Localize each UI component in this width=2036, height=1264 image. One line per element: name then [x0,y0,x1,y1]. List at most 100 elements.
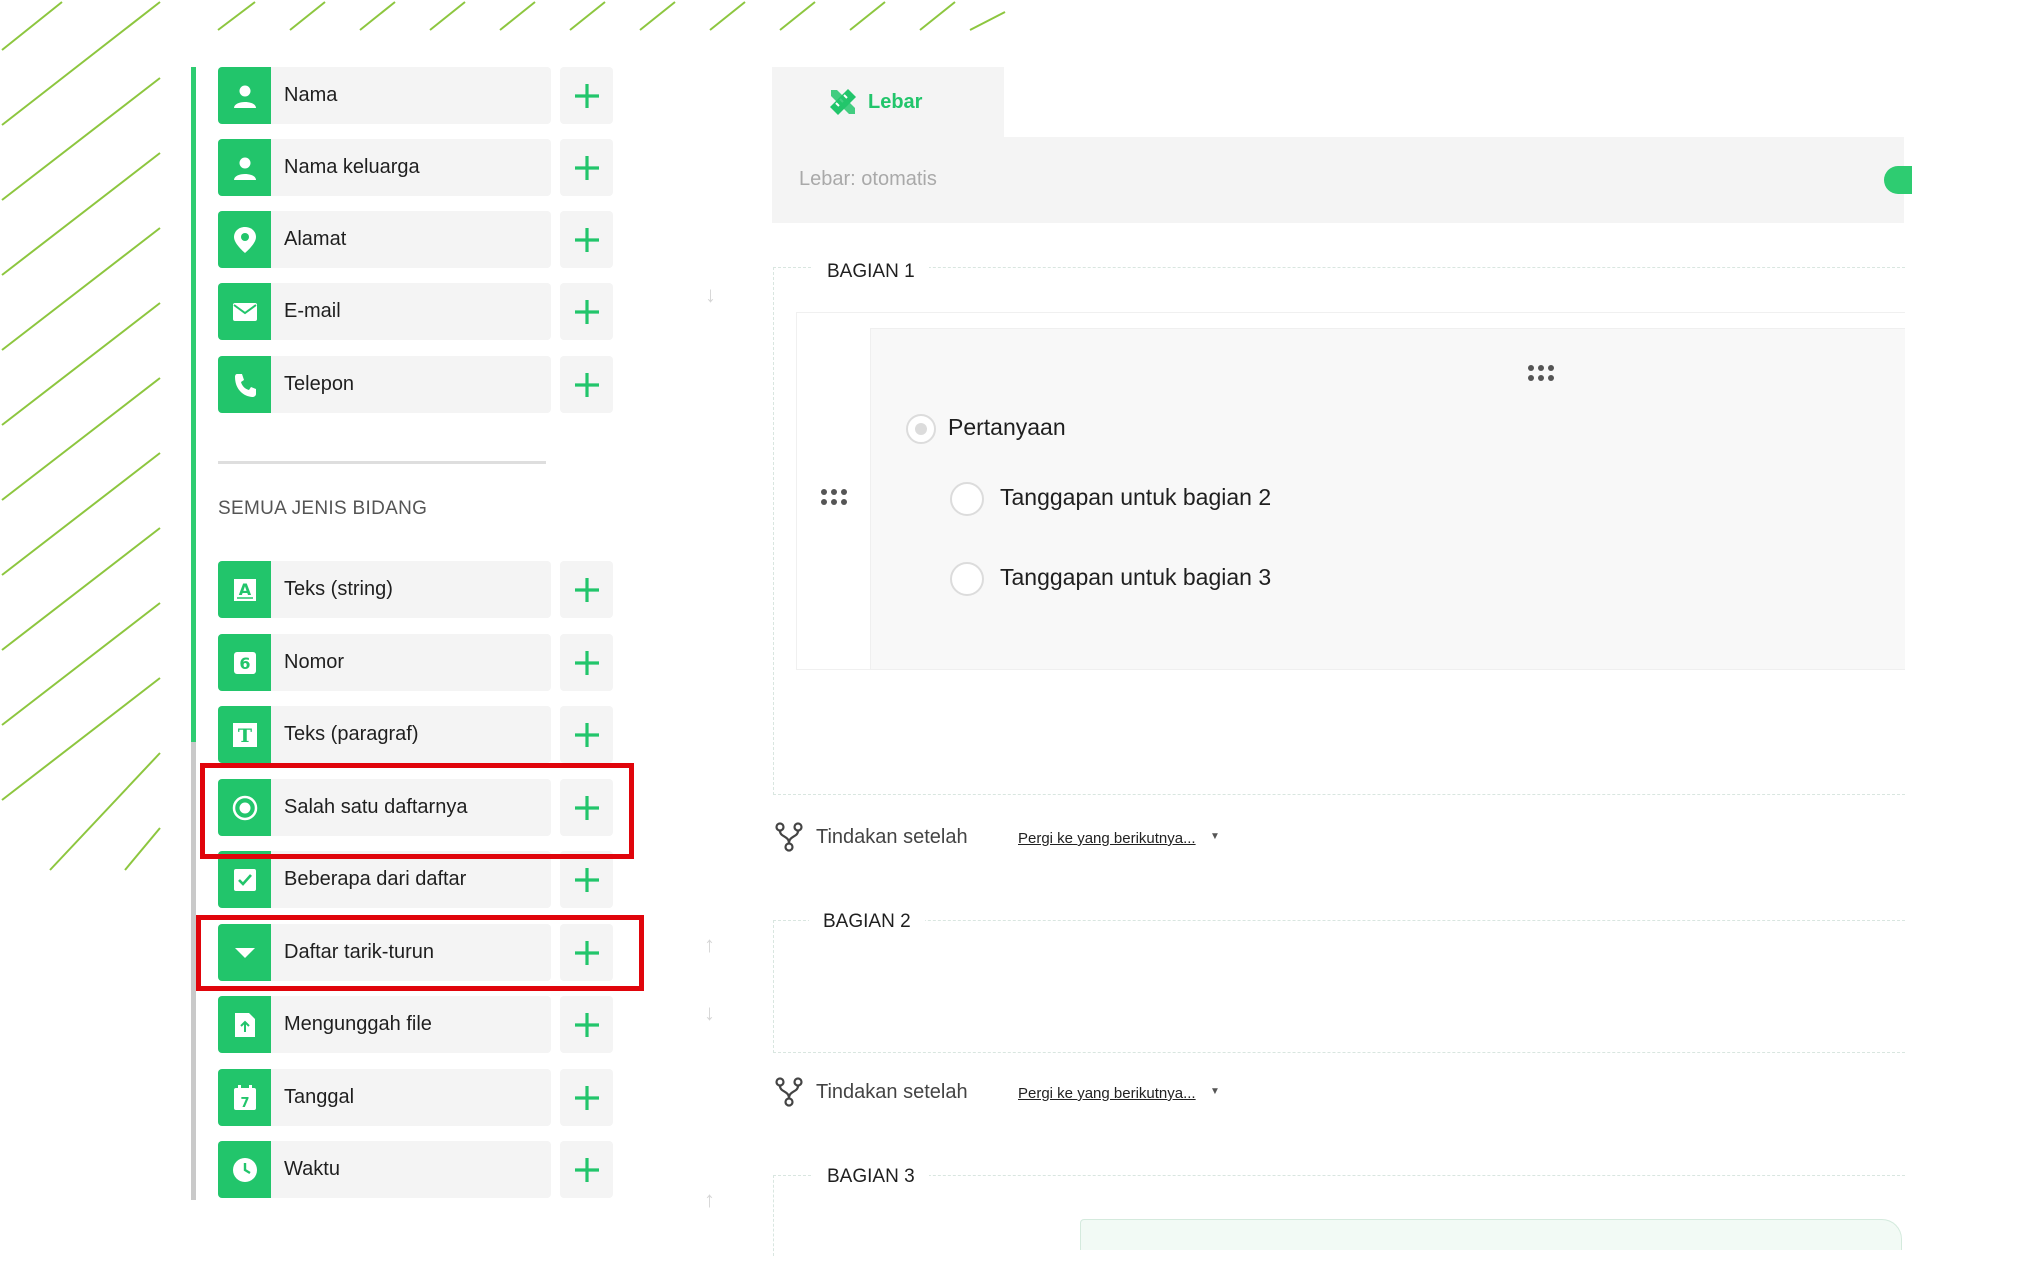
envelope-icon [218,283,271,340]
plus-icon [574,372,599,397]
field-label: Nama keluarga [284,156,420,178]
drag-handle-icon[interactable] [820,488,848,508]
add-field-button[interactable] [560,356,613,413]
plus-icon [574,722,599,747]
add-field-button[interactable] [560,1069,613,1126]
add-field-button[interactable] [560,634,613,691]
field-label: Teks (string) [284,578,393,600]
svg-text:T: T [237,725,251,747]
add-field-button[interactable] [560,851,613,908]
action-select[interactable]: Pergi ke yang berikutnya... [1018,1085,1196,1102]
field-item-mengunggah-file[interactable]: Mengunggah file [218,996,551,1053]
field-item-waktu[interactable]: Waktu [218,1141,551,1198]
field-label: E-mail [284,300,341,322]
sidebar-rail-active [191,67,196,742]
number-icon: 6 [218,634,271,691]
add-field-button[interactable] [560,283,613,340]
option-text: Tanggapan untuk bagian 2 [1000,484,1272,510]
move-down-arrow-icon: ↓ [705,282,716,307]
person-icon [218,67,271,124]
ruler-pencil-icon [830,89,856,115]
section-label: BAGIAN 1 [813,261,929,283]
sidebar-divider [218,461,546,464]
move-down-arrow-icon: ↓ [704,1000,715,1025]
field-label: Mengunggah file [284,1013,432,1035]
field-label: Nomor [284,651,345,673]
plus-icon [574,299,599,324]
option-radio[interactable] [950,562,984,596]
question-title: Pertanyaan [948,414,1066,440]
svg-text:7: 7 [240,1096,249,1111]
add-field-button[interactable] [560,211,613,268]
field-item-teks-paragraf[interactable]: T Teks (paragraf) [218,706,551,763]
width-toggle[interactable] [1884,166,1912,194]
caret-down-icon: ▼ [1210,1086,1220,1097]
action-select[interactable]: Pergi ke yang berikutnya... [1018,830,1196,847]
highlight-box-dropdown-field [196,915,644,991]
section-title: SEMUA JENIS BIDANG [218,498,428,519]
field-label: Tanggal [284,1086,355,1108]
plus-icon [574,1085,599,1110]
option-radio[interactable] [950,482,984,516]
width-value-text: Lebar: otomatis [799,168,937,190]
field-label: Nama [284,84,338,106]
field-item-tanggal[interactable]: 7 Tanggal [218,1069,551,1126]
field-item-nomor[interactable]: 6 Nomor [218,634,551,691]
field-label: Alamat [284,228,347,250]
plus-icon [574,83,599,108]
svg-text:6: 6 [239,654,250,673]
add-field-button[interactable] [560,67,613,124]
field-item-email[interactable]: E-mail [218,283,551,340]
branch-icon [775,1077,803,1107]
field-label: Waktu [284,1158,340,1180]
phone-icon [218,356,271,413]
plus-icon [574,867,599,892]
option-text: Tanggapan untuk bagian 3 [1000,564,1272,590]
location-pin-icon [218,211,271,268]
section-2-container [773,920,1905,1053]
checkbox-icon [218,851,271,908]
plus-icon [574,650,599,675]
clock-icon [218,1141,271,1198]
field-label: Telepon [284,373,355,395]
section-label: BAGIAN 2 [809,911,925,933]
move-up-arrow-icon: ↑ [704,932,715,957]
section-3-card [1080,1219,1902,1250]
plus-icon [574,1012,599,1037]
radio-dot [915,423,927,435]
text-string-icon: A [218,561,271,618]
action-label: Tindakan setelah [816,826,968,848]
width-setting-bar: Lebar: otomatis [772,137,1912,223]
calendar-icon: 7 [218,1069,271,1126]
tab-label: Lebar [868,91,923,113]
upload-file-icon [218,996,271,1053]
field-label: Teks (paragraf) [284,723,419,745]
field-item-alamat[interactable]: Alamat [218,211,551,268]
person-icon [218,139,271,196]
add-field-button[interactable] [560,561,613,618]
move-up-arrow-icon: ↑ [704,1187,715,1212]
add-field-button[interactable] [560,706,613,763]
question-radio[interactable] [906,414,936,444]
tab-width[interactable]: Lebar [772,67,1004,137]
highlight-box-radio-field [200,763,634,859]
add-field-button[interactable] [560,996,613,1053]
section-label: BAGIAN 3 [813,1166,929,1188]
svg-text:A: A [238,580,251,599]
field-item-telepon[interactable]: Telepon [218,356,551,413]
drag-handle-icon[interactable] [1527,364,1555,384]
field-label: Beberapa dari daftar [284,868,467,890]
branch-icon [775,822,803,852]
plus-icon [574,577,599,602]
field-item-beberapa-dari-daftar[interactable]: Beberapa dari daftar [218,851,551,908]
plus-icon [574,155,599,180]
action-label: Tindakan setelah [816,1081,968,1103]
field-item-teks-string[interactable]: A Teks (string) [218,561,551,618]
field-item-nama-keluarga[interactable]: Nama keluarga [218,139,551,196]
add-field-button[interactable] [560,1141,613,1198]
field-item-nama[interactable]: Nama [218,67,551,124]
caret-down-icon: ▼ [1210,831,1220,842]
plus-icon [574,1157,599,1182]
text-paragraph-icon: T [218,706,271,763]
add-field-button[interactable] [560,139,613,196]
